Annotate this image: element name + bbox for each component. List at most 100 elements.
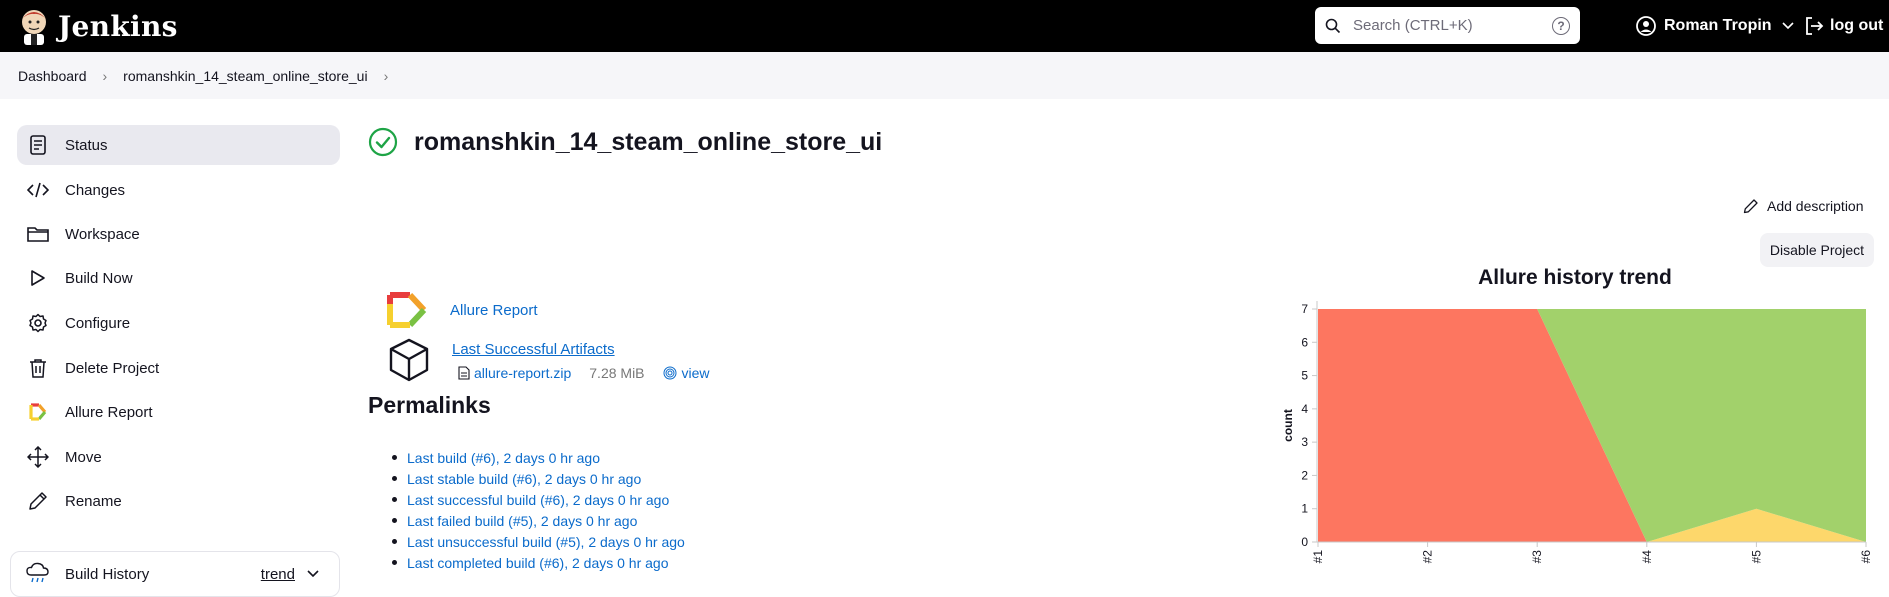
trash-icon: [27, 357, 49, 379]
x-tick-label: #4: [1640, 550, 1654, 564]
search-input[interactable]: Search (CTRL+K): [1353, 17, 1552, 34]
gear-icon: [27, 312, 49, 334]
sidebar-item-label: Allure Report: [65, 403, 153, 421]
breadcrumb-separator-icon[interactable]: ›: [384, 68, 389, 84]
sidebar-item-label: Workspace: [65, 225, 140, 243]
sidebar-item-workspace[interactable]: Workspace: [17, 214, 340, 254]
breadcrumb-project[interactable]: romanshkin_14_steam_online_store_ui: [123, 68, 367, 84]
permalinks-list: Last build (#6), 2 days 0 hr ago Last st…: [407, 447, 685, 573]
x-tick-label: #1: [1311, 550, 1325, 564]
artifact-view-link[interactable]: view: [663, 365, 710, 381]
sidebar-item-move[interactable]: Move: [17, 437, 340, 477]
sidebar-item-label: Build Now: [65, 269, 133, 287]
add-description-button[interactable]: Add description: [1743, 198, 1864, 214]
x-tick-label: #6: [1859, 550, 1873, 564]
cloud-rain-icon: [26, 562, 49, 583]
allure-icon: [27, 401, 49, 423]
y-tick-label: 6: [1301, 335, 1308, 349]
move-icon: [27, 446, 49, 468]
permalink-last-completed-build[interactable]: Last completed build (#6), 2 days 0 hr a…: [407, 555, 669, 571]
y-tick-label: 4: [1301, 402, 1308, 416]
x-tick-label: #3: [1530, 550, 1544, 564]
folder-icon: [27, 223, 49, 245]
sidebar-item-label: Rename: [65, 492, 122, 510]
sidebar-item-status[interactable]: Status: [17, 125, 340, 165]
y-tick-label: 7: [1301, 302, 1308, 316]
build-history-label: Build History: [65, 565, 150, 583]
chevron-down-icon: [1781, 22, 1794, 30]
success-check-icon: [368, 127, 398, 157]
chart-title: Allure history trend: [1478, 266, 1672, 289]
page-title: romanshkin_14_steam_online_store_ui: [414, 127, 883, 156]
permalink-last-successful-build[interactable]: Last successful build (#6), 2 days 0 hr …: [407, 492, 669, 508]
x-tick-label: #2: [1421, 550, 1435, 564]
y-tick-label: 0: [1301, 535, 1308, 549]
logout-link[interactable]: log out: [1804, 0, 1883, 52]
y-tick-label: 3: [1301, 435, 1308, 449]
user-icon: [1636, 16, 1656, 36]
allure-logo-icon: [387, 292, 427, 328]
page-title-row: romanshkin_14_steam_online_store_ui: [368, 127, 882, 157]
sidebar-item-rename[interactable]: Rename: [17, 481, 340, 521]
permalink-last-failed-build[interactable]: Last failed build (#5), 2 days 0 hr ago: [407, 513, 637, 529]
app-title: Jenkins: [58, 9, 178, 43]
permalinks-heading: Permalinks: [368, 392, 491, 418]
breadcrumb-dashboard[interactable]: Dashboard: [18, 68, 87, 84]
pencil-icon: [1743, 199, 1758, 214]
list-item: Last completed build (#6), 2 days 0 hr a…: [407, 552, 685, 573]
search-icon: [1325, 18, 1341, 33]
sidebar-item-allure-report[interactable]: Allure Report: [17, 392, 340, 432]
jenkins-logo[interactable]: Jenkins: [18, 7, 178, 45]
last-successful-artifacts: Last Successful Artifacts allure-report.…: [386, 337, 710, 388]
user-name: Roman Tropin: [1664, 17, 1772, 34]
document-icon: [27, 134, 49, 156]
artifact-view-label: view: [681, 365, 710, 381]
artifact-row: allure-report.zip 7.28 MiB view: [458, 365, 710, 381]
permalink-last-stable-build[interactable]: Last stable build (#6), 2 days 0 hr ago: [407, 471, 641, 487]
allure-report-row: Allure Report: [386, 290, 538, 330]
permalink-last-build[interactable]: Last build (#6), 2 days 0 hr ago: [407, 450, 600, 466]
artifact-file-link[interactable]: allure-report.zip: [474, 365, 571, 381]
package-icon: [389, 338, 429, 382]
list-item: Last failed build (#5), 2 days 0 hr ago: [407, 510, 685, 531]
sidebar-item-delete-project[interactable]: Delete Project: [17, 348, 340, 388]
logout-label: log out: [1830, 17, 1884, 34]
y-axis-label: count: [1281, 409, 1295, 442]
sidebar-item-build-now[interactable]: Build Now: [17, 258, 340, 298]
list-item: Last build (#6), 2 days 0 hr ago: [407, 447, 685, 468]
user-menu[interactable]: Roman Tropin: [1636, 0, 1794, 52]
play-icon: [27, 267, 49, 289]
list-item: Last successful build (#6), 2 days 0 hr …: [407, 489, 685, 510]
sidebar-item-configure[interactable]: Configure: [17, 303, 340, 343]
disable-project-button[interactable]: Disable Project: [1760, 233, 1874, 267]
add-description-label: Add description: [1767, 198, 1864, 214]
y-tick-label: 1: [1301, 502, 1308, 516]
allure-trend-chart[interactable]: 0 1 2 3 4 5 6 7 #1 #2 #3 #4 #5 #6 count: [1270, 290, 1880, 582]
x-tick-label: #5: [1749, 550, 1763, 564]
trend-link[interactable]: trend: [261, 566, 295, 583]
sidebar-item-label: Configure: [65, 314, 131, 332]
search-box[interactable]: Search (CTRL+K) ?: [1315, 7, 1580, 44]
y-tick-label: 2: [1301, 468, 1308, 482]
top-header: Jenkins Search (CTRL+K) ? Roman Tropin l…: [0, 0, 1889, 52]
list-item: Last unsuccessful build (#5), 2 days 0 h…: [407, 531, 685, 552]
sidebar-item-changes[interactable]: Changes: [17, 170, 340, 210]
jenkins-butler-icon: [22, 10, 46, 45]
breadcrumb-separator-icon: ›: [102, 67, 108, 84]
last-successful-artifacts-link[interactable]: Last Successful Artifacts: [452, 341, 615, 358]
logout-icon: [1806, 17, 1824, 35]
file-icon: [458, 366, 470, 380]
help-icon[interactable]: ?: [1552, 16, 1570, 35]
allure-report-link[interactable]: Allure Report: [450, 302, 538, 319]
chevron-down-icon[interactable]: [307, 570, 319, 578]
permalink-last-unsuccessful-build[interactable]: Last unsuccessful build (#5), 2 days 0 h…: [407, 534, 685, 550]
code-icon: [27, 179, 49, 201]
fingerprint-icon: [663, 366, 677, 380]
sidebar-item-label: Move: [65, 448, 102, 466]
pencil-icon: [27, 490, 49, 512]
sidebar-item-label: Status: [65, 136, 108, 154]
breadcrumb: Dashboard › romanshkin_14_steam_online_s…: [0, 52, 1889, 99]
artifact-size: 7.28 MiB: [589, 365, 645, 381]
y-tick-label: 5: [1301, 369, 1308, 383]
list-item: Last stable build (#6), 2 days 0 hr ago: [407, 468, 685, 489]
